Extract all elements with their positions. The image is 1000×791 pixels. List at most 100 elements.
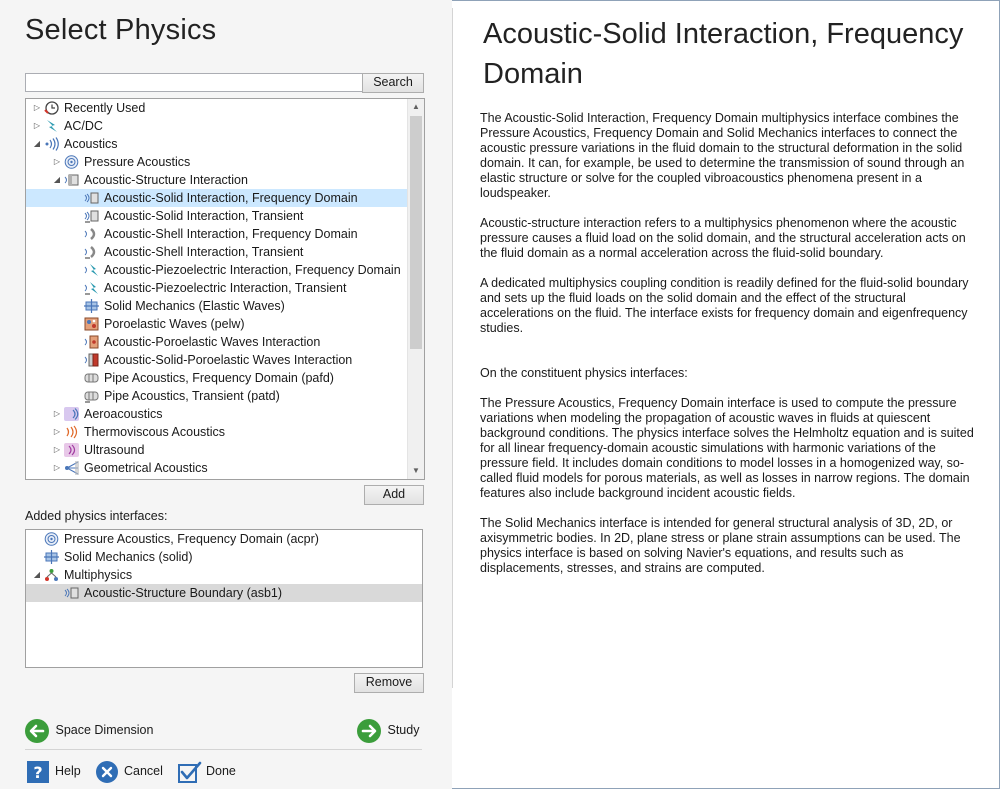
svg-text:?: ? — [33, 763, 42, 782]
expand-arrow-icon[interactable]: ▷ — [52, 405, 62, 423]
description-paragraph: A dedicated multiphysics coupling condit… — [480, 276, 969, 335]
cancel-button[interactable]: Cancel — [96, 759, 163, 783]
tree-item-label: Acoustic-Shell Interaction, Transient — [104, 245, 304, 259]
tree-item[interactable]: ▷ Aeroacoustics — [26, 405, 407, 423]
tree-item[interactable]: Acoustic-Solid Interaction, Frequency Do… — [26, 189, 407, 207]
acoustic-poroelastic-icon — [84, 335, 99, 349]
study-button[interactable]: Study — [357, 718, 420, 743]
collapse-arrow-icon[interactable]: ◢ — [32, 566, 42, 584]
tree-item[interactable]: Pressure Acoustics, Frequency Domain (ac… — [26, 530, 422, 548]
solid-mechanics-icon — [44, 550, 59, 564]
description-paragraph: The Acoustic-Solid Interaction, Frequenc… — [480, 111, 965, 200]
tree-item[interactable]: ▷ Ultrasound — [26, 441, 407, 459]
help-button[interactable]: ? Help — [27, 759, 81, 783]
expand-arrow-icon[interactable]: ▷ — [32, 117, 42, 135]
tree-item-label: Acoustic-Solid Interaction, Transient — [104, 209, 304, 223]
expand-arrow-icon[interactable]: ▷ — [32, 99, 42, 117]
acoustic-shell-transient-icon — [84, 245, 99, 259]
tree-item[interactable]: Acoustic-Solid-Poroelastic Waves Interac… — [26, 351, 407, 369]
expand-arrow-icon[interactable]: ▷ — [52, 459, 62, 477]
tree-item[interactable]: ▷ Pressure Acoustics — [26, 153, 407, 171]
tree-item-label: Solid Mechanics (solid) — [64, 550, 193, 564]
done-check-icon — [178, 761, 202, 783]
tree-item[interactable]: Acoustic-Poroelastic Waves Interaction — [26, 333, 407, 351]
acoustic-solid-icon — [84, 191, 99, 205]
expand-arrow-icon[interactable]: ▷ — [52, 441, 62, 459]
space-dimension-button[interactable]: Space Dimension — [25, 718, 154, 743]
collapse-arrow-icon[interactable]: ◢ — [32, 135, 42, 153]
tree-item-label: Pressure Acoustics — [84, 155, 191, 169]
tree-item[interactable]: Pipe Acoustics, Transient (patd) — [26, 387, 407, 405]
clock-icon — [44, 101, 59, 115]
acoustic-solid-transient-icon — [84, 209, 99, 223]
tree-item[interactable]: ▷ Recently Used — [26, 99, 407, 117]
tree-item-label: Pipe Acoustics, Transient (patd) — [104, 389, 280, 403]
tree-item-label: Geometrical Acoustics — [84, 461, 208, 475]
tree-item[interactable]: Poroelastic Waves (pelw) — [26, 315, 407, 333]
solid-mechanics-icon — [84, 299, 99, 313]
tree-item[interactable]: ◢ Multiphysics — [26, 566, 422, 584]
lightning-icon — [44, 119, 59, 133]
tree-item[interactable]: Acoustic-Shell Interaction, Transient — [26, 243, 407, 261]
search-input[interactable] — [25, 73, 363, 92]
done-button[interactable]: Done — [178, 759, 236, 783]
tree-item[interactable]: Acoustic-Solid Interaction, Transient — [26, 207, 407, 225]
tree-item-label: Acoustic-Solid Interaction, Frequency Do… — [104, 191, 358, 205]
tree-item[interactable]: Solid Mechanics (Elastic Waves) — [26, 297, 407, 315]
tree-item-label: Multiphysics — [64, 568, 133, 582]
acoustic-shell-icon — [84, 227, 99, 241]
collapse-arrow-icon[interactable]: ◢ — [52, 171, 62, 189]
aeroacoustics-icon — [64, 407, 79, 421]
tree-item[interactable]: ◢ Acoustic-Structure Interaction — [26, 171, 407, 189]
description-paragraph: The Solid Mechanics interface is intende… — [480, 516, 961, 575]
remove-button[interactable]: Remove — [354, 673, 424, 693]
tree-item[interactable]: ▷ Thermoviscous Acoustics — [26, 423, 407, 441]
added-interfaces-list[interactable]: Pressure Acoustics, Frequency Domain (ac… — [25, 529, 423, 668]
scroll-up-icon[interactable]: ▲ — [408, 99, 424, 115]
expand-arrow-icon[interactable]: ▷ — [52, 153, 62, 171]
pipe-acoustics-icon — [84, 371, 99, 385]
left-title: Select Physics — [25, 14, 217, 46]
tree-item[interactable]: Acoustic-Shell Interaction, Frequency Do… — [26, 225, 407, 243]
study-label: Study — [387, 723, 420, 737]
acoustic-structure-boundary-icon — [64, 586, 79, 600]
geometrical-acoustics-icon — [64, 461, 79, 475]
acoustic-piezo-icon — [84, 263, 99, 277]
pane-divider — [452, 8, 453, 688]
expand-arrow-icon[interactable]: ▷ — [52, 423, 62, 441]
tree-item[interactable]: Acoustic-Piezoelectric Interaction, Freq… — [26, 261, 407, 279]
tree-item-label: AC/DC — [64, 119, 103, 133]
tree-item[interactable]: ◢ Acoustics — [26, 135, 407, 153]
ultrasound-icon — [64, 443, 79, 457]
tree-item[interactable]: Solid Mechanics (solid) — [26, 548, 422, 566]
tree-item-label: Thermoviscous Acoustics — [84, 425, 226, 439]
scroll-down-icon[interactable]: ▼ — [408, 463, 424, 479]
tree-item[interactable]: ▷ Geometrical Acoustics — [26, 459, 407, 477]
description-paragraph: On the constituent physics interfaces: — [480, 366, 688, 380]
scroll-thumb[interactable] — [410, 116, 422, 349]
tree-item-label: Acoustics — [64, 137, 118, 151]
tree-scrollbar[interactable]: ▲ ▼ — [407, 99, 424, 479]
tree-item-label: Poroelastic Waves (pelw) — [104, 317, 245, 331]
search-button[interactable]: Search — [362, 73, 424, 93]
pressure-acoustics-icon — [64, 155, 79, 169]
physics-tree[interactable]: ▷ Recently Used ▷ AC/DC ◢ Acoustics ▷ Pressure … — [25, 98, 425, 480]
tree-item[interactable]: ▷ AC/DC — [26, 117, 407, 135]
tree-item[interactable]: Acoustic-Structure Boundary (asb1) — [26, 584, 422, 602]
tree-item-label: Solid Mechanics (Elastic Waves) — [104, 299, 285, 313]
tree-item-label: Ultrasound — [84, 443, 145, 457]
arrow-right-icon — [357, 718, 381, 743]
tree-item-label: Acoustic-Piezoelectric Interaction, Freq… — [104, 263, 401, 277]
add-button[interactable]: Add — [364, 485, 424, 505]
arrow-left-icon — [25, 718, 49, 743]
space-dimension-label: Space Dimension — [55, 723, 154, 737]
cancel-icon — [96, 760, 118, 783]
tree-item[interactable]: Pipe Acoustics, Frequency Domain (pafd) — [26, 369, 407, 387]
tree-item-label: Recently Used — [64, 101, 146, 115]
tree-item-label: Pipe Acoustics, Frequency Domain (pafd) — [104, 371, 334, 385]
acoustic-piezo-transient-icon — [84, 281, 99, 295]
tree-item-label: Acoustic-Poroelastic Waves Interaction — [104, 335, 321, 349]
tree-item[interactable]: Acoustic-Piezoelectric Interaction, Tran… — [26, 279, 407, 297]
acoustic-solid-poroelastic-icon — [84, 353, 99, 367]
pressure-acoustics-icon — [44, 532, 59, 546]
